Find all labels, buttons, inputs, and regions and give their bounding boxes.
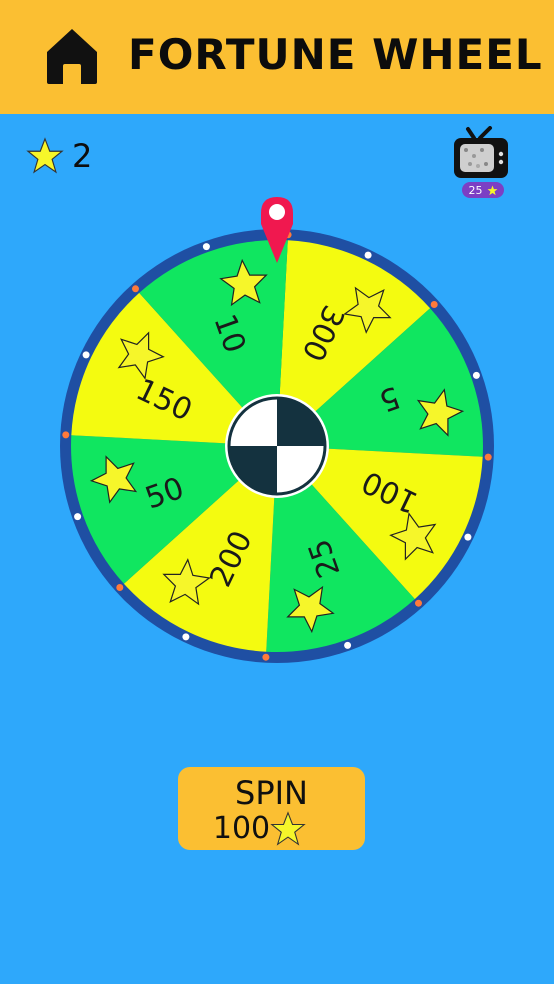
rim-light	[484, 453, 492, 461]
rim-light	[472, 371, 480, 379]
star-icon	[270, 811, 306, 846]
spin-button[interactable]: SPIN 100	[178, 767, 365, 850]
rim-light	[82, 351, 90, 359]
rim-light	[62, 431, 70, 439]
rim-light	[430, 301, 438, 308]
rim-light	[344, 641, 352, 649]
rim-light	[116, 584, 124, 591]
pointer-dot	[269, 204, 285, 220]
rim-light	[132, 285, 139, 293]
rim-light	[262, 653, 270, 661]
wheel-graphic: 3005100252005015010	[60, 197, 494, 663]
rim-light	[202, 243, 210, 251]
spin-label: SPIN	[235, 774, 308, 812]
fortune-wheel[interactable]: 300 5 100 25 200 50 150 10	[0, 0, 554, 700]
spin-cost: 100	[212, 811, 271, 846]
rim-light	[415, 599, 422, 607]
rim-light	[74, 513, 82, 521]
rim-light	[182, 633, 190, 641]
rim-light	[464, 533, 472, 541]
rim-light	[364, 251, 372, 259]
